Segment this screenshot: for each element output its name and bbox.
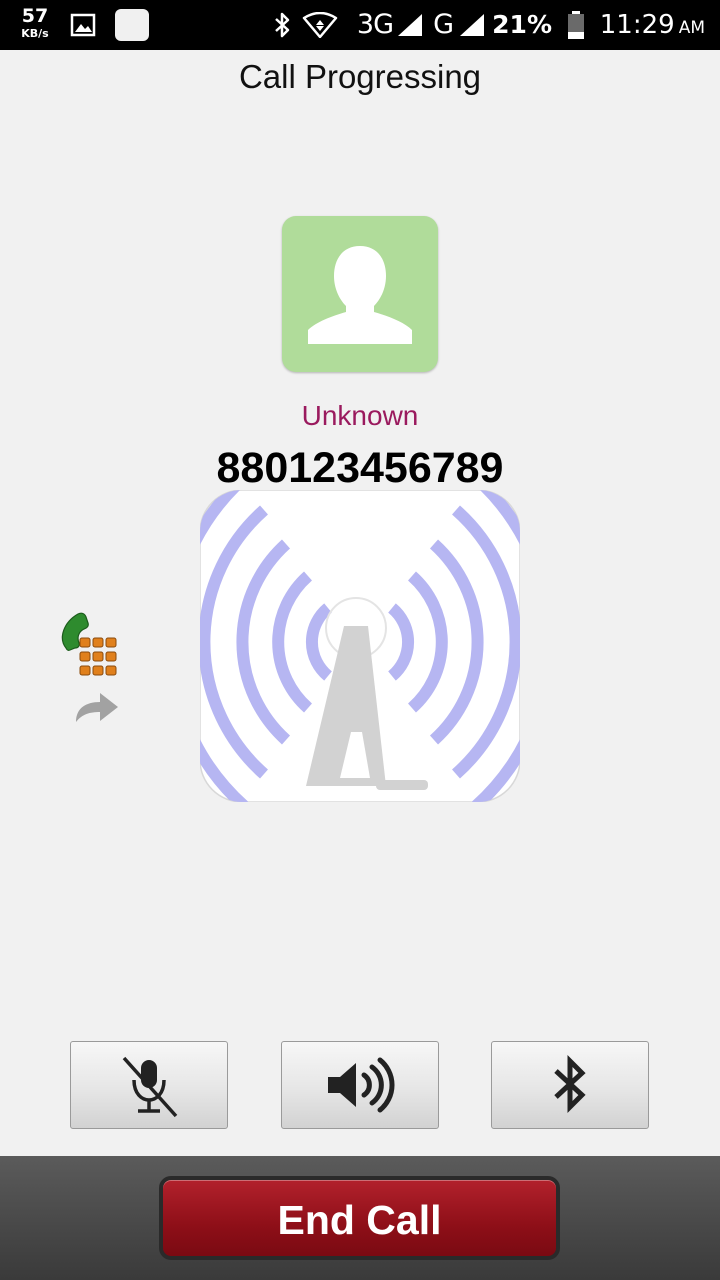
wifi-icon xyxy=(302,11,338,43)
mute-button[interactable] xyxy=(70,1041,228,1129)
network-speed-value: 57 xyxy=(21,5,49,27)
phone-keypad-icon xyxy=(61,612,117,676)
speaker-button[interactable] xyxy=(281,1041,439,1129)
caller-name: Unknown xyxy=(301,400,419,431)
speaker-icon xyxy=(328,1057,395,1113)
page-title: Call Progressing xyxy=(238,58,482,95)
gallery-icon xyxy=(70,13,96,42)
battery-icon xyxy=(566,10,586,45)
network-type-secondary: G xyxy=(433,9,454,40)
end-call-label: End Call xyxy=(277,1197,442,1243)
network-type-primary: 3G xyxy=(356,9,394,40)
forward-arrow-icon xyxy=(76,693,118,722)
clock-ampm: AM xyxy=(678,18,705,38)
caller-number: 880123456789 xyxy=(216,444,504,492)
bluetooth-button[interactable] xyxy=(491,1041,649,1129)
end-call-button[interactable]: End Call xyxy=(159,1176,560,1260)
battery-percent: 21% xyxy=(492,10,552,39)
signal-icon xyxy=(396,13,424,42)
signal-icon xyxy=(458,13,486,42)
dialpad-button[interactable] xyxy=(58,608,124,680)
forward-button[interactable] xyxy=(72,690,122,726)
signal-tower-icon xyxy=(199,489,521,803)
caller-avatar xyxy=(282,216,438,372)
status-bar: 57 KB/s 3G G 21% 11:29 AM xyxy=(0,0,720,50)
clock: 11:29 AM xyxy=(600,10,705,40)
bluetooth-icon xyxy=(554,1054,586,1114)
call-signal-graphic xyxy=(199,489,521,803)
network-speed: 57 KB/s xyxy=(12,5,58,40)
mic-off-icon xyxy=(122,1056,178,1118)
app-icon xyxy=(115,9,149,41)
person-icon xyxy=(308,246,412,344)
side-actions xyxy=(58,608,124,723)
bottom-bar: End Call xyxy=(0,1156,720,1280)
clock-time: 11:29 xyxy=(599,10,675,40)
bluetooth-icon xyxy=(272,11,292,44)
network-speed-unit: KB/s xyxy=(21,27,49,40)
